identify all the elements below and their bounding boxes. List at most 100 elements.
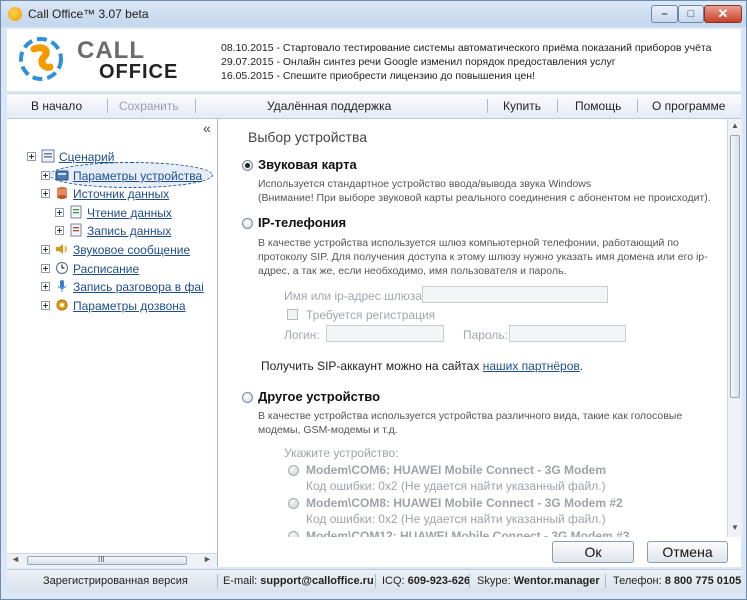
menu-separator bbox=[487, 99, 488, 113]
scrollbar-thumb[interactable]: III bbox=[27, 555, 187, 565]
tree-item-label: Параметры устройства bbox=[73, 169, 203, 183]
menu-separator bbox=[557, 99, 558, 113]
news-item[interactable]: 29.07.2015 - Онлайн синтез речи Google и… bbox=[221, 55, 711, 69]
scroll-grip: III bbox=[98, 555, 105, 564]
scroll-right-icon[interactable]: ► bbox=[203, 554, 212, 564]
maximize-button[interactable]: □ bbox=[678, 5, 704, 23]
scrollbar-thumb[interactable] bbox=[730, 135, 740, 398]
sip-text-end: . bbox=[579, 359, 584, 373]
sip-text: Получить SIP-аккаунт можно на сайтах bbox=[261, 359, 483, 373]
tree-item-schedule[interactable]: Расписание bbox=[41, 261, 207, 277]
expand-icon[interactable] bbox=[41, 282, 50, 291]
registration-checkbox[interactable] bbox=[287, 309, 298, 320]
cancel-button[interactable]: Отмена bbox=[647, 541, 728, 563]
tree-item-data-source[interactable]: Источник данных bbox=[41, 186, 207, 202]
specify-device-label: Укажите устройство: bbox=[284, 446, 399, 460]
registration-status: Зарегистрированная версия bbox=[43, 575, 188, 587]
password-label: Пароль: bbox=[463, 328, 508, 342]
news-item[interactable]: 16.05.2015 - Спешите приобрести лицензию… bbox=[221, 69, 711, 83]
menu-help[interactable]: Помощь bbox=[575, 99, 621, 113]
tree-item-device-params[interactable]: Параметры устройства bbox=[41, 168, 207, 184]
tree-item-label: Чтение данных bbox=[87, 206, 172, 220]
skype-label: Skype: bbox=[477, 575, 514, 587]
desc-line: модемы, GSM-модемы и т.д. bbox=[258, 424, 398, 436]
scroll-down-icon[interactable]: ▼ bbox=[731, 523, 739, 532]
desc-line: адрес, а так же, если необходимо, имя по… bbox=[258, 265, 567, 277]
desc-line: В качестве устройства используется шлюз … bbox=[258, 237, 679, 249]
email-value[interactable]: support@calloffice.ru bbox=[260, 575, 373, 587]
status-separator bbox=[217, 574, 218, 588]
expand-icon[interactable] bbox=[27, 152, 36, 161]
header-banner: CALL OFFICE 08.10.2015 - Стартовало тест… bbox=[7, 29, 741, 91]
tree-item-scenario[interactable]: Сценарий bbox=[27, 149, 207, 165]
ip-telephony-label[interactable]: IP-телефония bbox=[258, 215, 346, 230]
section-title: Выбор устройства bbox=[248, 129, 368, 145]
expand-icon[interactable] bbox=[41, 245, 50, 254]
expand-icon[interactable] bbox=[41, 264, 50, 273]
sound-card-radio[interactable] bbox=[242, 160, 253, 171]
status-bar: Зарегистрированная версия E-mail: suppor… bbox=[7, 569, 741, 592]
main-window: Call Office™ 3.07 beta – □ ✕ CALL OFFICE… bbox=[0, 0, 747, 600]
tree-item-label: Запись разговора в фаі bbox=[73, 280, 204, 294]
desc-line: протоколу SIP. Для получения доступа к э… bbox=[258, 251, 708, 263]
icq-label: ICQ: bbox=[382, 575, 408, 587]
device-name[interactable]: Modem\COM6: HUAWEI Mobile Connect - 3G M… bbox=[306, 463, 606, 477]
status-separator bbox=[375, 574, 376, 588]
icq-value: 609-923-626 bbox=[407, 575, 471, 587]
minimize-icon: – bbox=[661, 8, 668, 20]
content-vertical-scrollbar[interactable]: ▲ ▼ bbox=[727, 119, 742, 537]
password-input[interactable] bbox=[509, 325, 626, 342]
device-radio[interactable] bbox=[288, 465, 299, 476]
partners-link[interactable]: наших партнёров bbox=[483, 359, 580, 373]
expand-icon[interactable] bbox=[41, 301, 50, 310]
device-name[interactable]: Modem\COM8: HUAWEI Mobile Connect - 3G M… bbox=[306, 496, 623, 510]
scroll-left-icon[interactable]: ◄ bbox=[11, 554, 20, 564]
device-name[interactable]: Modem\COM12: HUAWEI Mobile Connect - 3G … bbox=[306, 529, 629, 537]
expand-icon[interactable] bbox=[55, 208, 64, 217]
minimize-button[interactable]: – bbox=[651, 5, 678, 23]
menu-about[interactable]: О программе bbox=[652, 99, 725, 113]
device-radio[interactable] bbox=[288, 498, 299, 509]
clock-icon bbox=[55, 261, 69, 275]
news-item[interactable]: 08.10.2015 - Стартовало тестирование сис… bbox=[221, 41, 711, 55]
expand-icon[interactable] bbox=[41, 189, 50, 198]
device-error: Код ошибки: 0x2 (Не удается найти указан… bbox=[306, 479, 606, 493]
menu-save[interactable]: Сохранить bbox=[119, 99, 179, 113]
expand-icon[interactable] bbox=[41, 171, 50, 180]
gateway-input[interactable] bbox=[422, 286, 608, 303]
tree-item-dial-params[interactable]: Параметры дозвона bbox=[41, 298, 207, 314]
status-separator bbox=[605, 574, 606, 588]
other-device-desc: В качестве устройства используется устро… bbox=[258, 409, 682, 437]
menu-home[interactable]: В начало bbox=[31, 99, 82, 113]
close-button[interactable]: ✕ bbox=[704, 5, 742, 23]
tree-item-sound-message[interactable]: Звуковое сообщение bbox=[41, 242, 207, 258]
ok-button[interactable]: Ок bbox=[552, 541, 634, 563]
desc-line: (Внимание! При выборе звуковой карты реа… bbox=[258, 192, 711, 204]
news-feed: 08.10.2015 - Стартовало тестирование сис… bbox=[221, 41, 711, 83]
menu-buy[interactable]: Купить bbox=[503, 99, 541, 113]
ip-telephony-radio[interactable] bbox=[242, 218, 253, 229]
scroll-up-icon[interactable]: ▲ bbox=[731, 121, 739, 130]
menu-remote-support[interactable]: Удалённая поддержка bbox=[267, 99, 391, 113]
expand-icon[interactable] bbox=[55, 226, 64, 235]
read-data-icon bbox=[70, 205, 82, 219]
tree-item-record-call[interactable]: Запись разговора в фаі bbox=[41, 279, 207, 295]
tree-item-label: Сценарий bbox=[59, 150, 115, 164]
sound-card-label[interactable]: Звуковая карта bbox=[258, 157, 357, 172]
app-icon bbox=[8, 7, 22, 21]
login-input[interactable] bbox=[326, 325, 444, 342]
desc-line: Используется стандартное устройство ввод… bbox=[258, 178, 592, 190]
tree-item-read-data[interactable]: Чтение данных bbox=[55, 205, 207, 221]
sidebar-horizontal-scrollbar[interactable]: ◄ III ► bbox=[7, 553, 217, 568]
status-icq: ICQ: 609-923-626 bbox=[382, 575, 470, 587]
sound-card-desc: Используется стандартное устройство ввод… bbox=[258, 177, 711, 205]
speaker-icon bbox=[56, 244, 67, 254]
window-title: Call Office™ 3.07 beta bbox=[28, 7, 149, 21]
tree-item-label: Расписание bbox=[73, 262, 140, 276]
device-icon bbox=[55, 170, 69, 181]
other-device-radio[interactable] bbox=[242, 392, 253, 403]
other-device-label[interactable]: Другое устройство bbox=[258, 389, 380, 404]
tree-item-write-data[interactable]: Запись данных bbox=[55, 223, 207, 239]
tree-item-label: Источник данных bbox=[73, 187, 170, 201]
collapse-sidebar-button[interactable]: « bbox=[203, 120, 211, 136]
